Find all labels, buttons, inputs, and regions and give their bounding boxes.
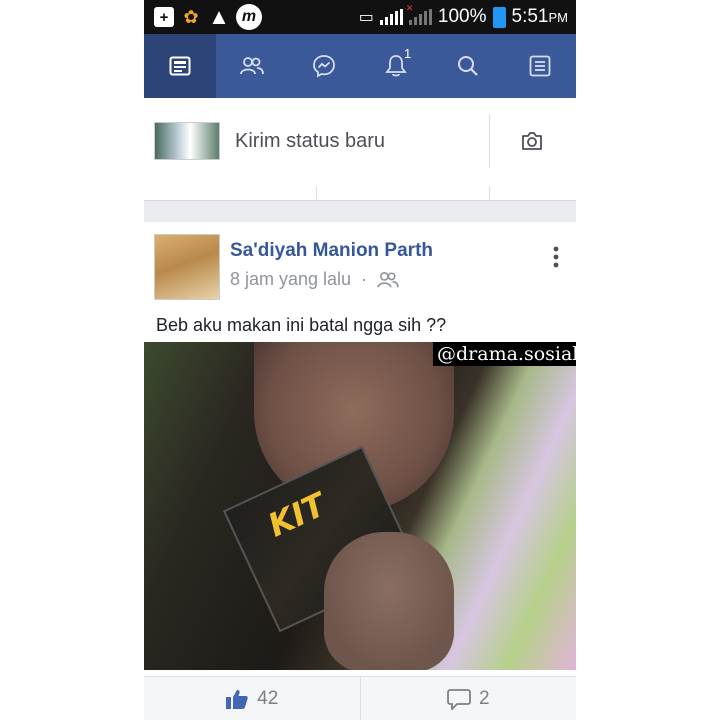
more-options-icon[interactable] [548, 244, 564, 270]
tab-friend-requests[interactable] [216, 34, 288, 98]
status-bar: + ✿ ▲ m ▭ 100% 5:51PM [144, 0, 576, 34]
signal-h-icon [379, 9, 403, 25]
author-avatar[interactable] [154, 234, 220, 300]
uc-browser-icon: ✿ [183, 6, 199, 27]
m-app-icon: m [236, 4, 262, 30]
comment-button[interactable]: 2 [359, 677, 577, 720]
phone-screen: + ✿ ▲ m ▭ 100% 5:51PM [144, 0, 576, 720]
status-bar-notifications: + ✿ ▲ m [154, 4, 262, 30]
like-button[interactable]: 42 [144, 677, 360, 720]
packet-logo: KIT [262, 485, 332, 545]
top-navigation: 1 [144, 34, 576, 98]
clock-time: 5:51 [511, 6, 549, 27]
composer-divider [489, 114, 490, 168]
status-composer: Kirim status baru [144, 98, 576, 187]
user-avatar[interactable] [154, 122, 220, 160]
battery-percent: 100% [437, 6, 487, 27]
feed-post: Sa'diyah Manion Parth 8 jam yang lalu · … [144, 222, 576, 720]
clock-ampm: PM [548, 10, 569, 25]
notification-count: 1 [404, 46, 412, 61]
signal-no-sim-icon [406, 3, 432, 25]
post-actions: 42 2 [144, 676, 576, 720]
composer-input[interactable]: Kirim status baru [235, 130, 385, 153]
add-box-icon: + [154, 7, 174, 27]
comment-icon [447, 689, 471, 710]
camera-icon[interactable] [521, 130, 543, 152]
battery-icon [492, 6, 506, 28]
author-name[interactable]: Sa'diyah Manion Parth [230, 240, 433, 262]
meta-separator: · [361, 269, 368, 289]
messenger-icon [313, 55, 335, 78]
composer-actions-strip [144, 186, 576, 200]
search-icon [458, 56, 478, 76]
vibrate-icon: ▭ [358, 9, 374, 26]
clock: 5:51PM [512, 6, 568, 28]
post-text: Beb aku makan ini batal ngga sih ?? [156, 315, 447, 335]
feed-separator [144, 200, 576, 224]
news-feed-icon [169, 56, 191, 76]
thumbs-up-icon [226, 690, 248, 709]
comment-count: 2 [478, 688, 490, 709]
tab-news-feed[interactable] [144, 34, 216, 98]
watermark: @drama.sosialmedia [433, 342, 576, 366]
friends-audience-icon [377, 271, 399, 287]
photo-hand [324, 532, 454, 670]
post-meta: 8 jam yang lalu · [230, 269, 399, 290]
like-count: 42 [257, 688, 279, 709]
tab-menu[interactable] [504, 34, 576, 98]
menu-list-icon [529, 55, 551, 77]
status-bar-system: ▭ 100% 5:51PM [358, 3, 568, 30]
post-time[interactable]: 8 jam yang lalu [230, 269, 351, 290]
tab-messenger[interactable] [288, 34, 360, 98]
friends-icon [240, 57, 264, 75]
warning-icon: ▲ [208, 4, 230, 29]
tab-notifications[interactable]: 1 [360, 34, 432, 98]
post-photo[interactable]: KIT [144, 342, 576, 670]
tab-search[interactable] [432, 34, 504, 98]
